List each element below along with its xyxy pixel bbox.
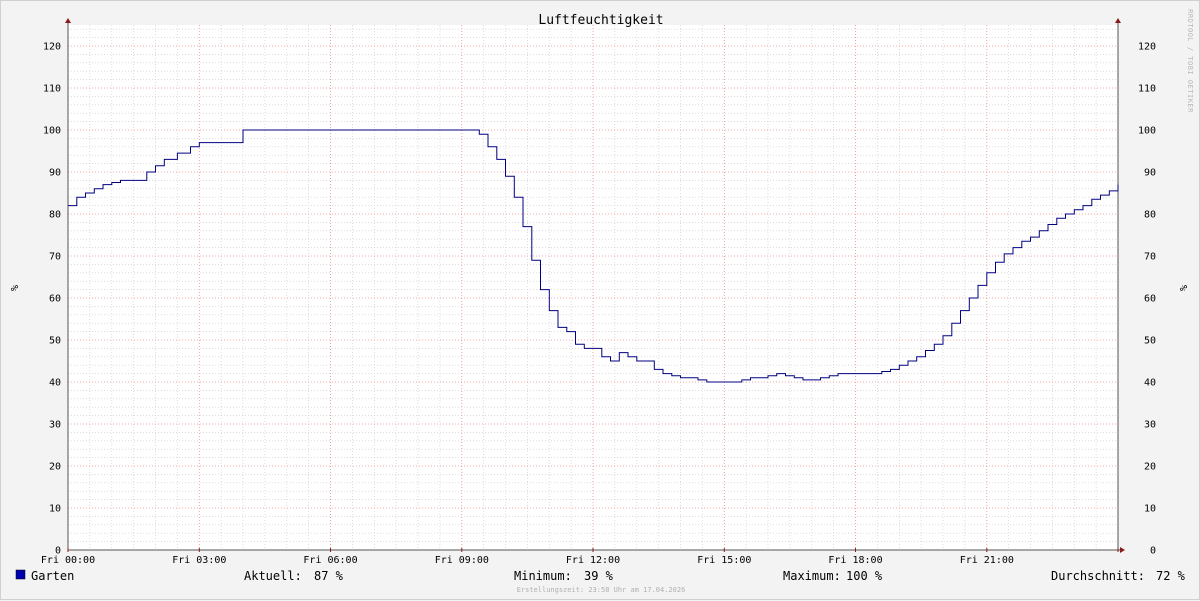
legend-maximum-label: Maximum: — [783, 569, 841, 583]
x-tick-label: Fri 18:00 — [828, 555, 882, 566]
x-axis-arrow-icon — [1120, 547, 1125, 553]
x-tick-label: Fri 15:00 — [697, 555, 751, 566]
y-tick-label-right: 0 — [1150, 546, 1156, 557]
y-axis-left-arrow-icon — [65, 18, 71, 23]
y-tick-label-left: 20 — [49, 462, 61, 473]
chart-frame: 0 10 20 30 40 50 60 70 80 90 100 110 120 0 10 20 30 40 50… — [0, 0, 1200, 600]
y-tick-label-left: 110 — [43, 84, 61, 95]
y-tick-label-left: 80 — [49, 210, 61, 221]
legend-minimum-label: Minimum: — [514, 569, 572, 583]
y-tick-label-right: 10 — [1144, 504, 1156, 515]
x-tick-labels: Fri 00:00 Fri 03:00 Fri 06:00 Fri 09:00 Fri … — [41, 555, 1014, 566]
humidity-chart: 0 10 20 30 40 50 60 70 80 90 100 110 120 0 10 20 30 40 50… — [8, 9, 1194, 594]
y-axis-label-right: % — [1177, 285, 1188, 291]
x-tick-label: Fri 06:00 — [303, 555, 357, 566]
legend-current-label: Aktuell: — [244, 569, 302, 583]
x-tick-label: Fri 03:00 — [172, 555, 226, 566]
y-tick-label-right: 110 — [1138, 84, 1156, 95]
y-tick-label-right: 30 — [1144, 420, 1156, 431]
y-tick-label-right: 40 — [1144, 378, 1156, 389]
y-axis-label-left: % — [8, 285, 19, 291]
x-tick-label: Fri 00:00 — [41, 555, 95, 566]
y-tick-label-right: 50 — [1144, 336, 1156, 347]
y-tick-label-right: 70 — [1144, 252, 1156, 263]
y-tick-label-left: 60 — [49, 294, 61, 305]
y-tick-label-left: 50 — [49, 336, 61, 347]
footer-timestamp: Erstellungszeit: 23:58 Uhr am 17.04.2026 — [517, 586, 686, 594]
y-tick-label-left: 90 — [49, 168, 61, 179]
y-tick-label-right: 80 — [1144, 210, 1156, 221]
y-tick-label-right: 90 — [1144, 168, 1156, 179]
legend-swatch-garten — [15, 569, 26, 580]
y-axis-right-arrow-icon — [1115, 18, 1121, 23]
legend-series-name: Garten — [31, 569, 74, 583]
legend-average-label: Durchschnitt: — [1051, 569, 1145, 583]
y-tick-label-right: 120 — [1138, 42, 1156, 53]
y-tick-label-right: 20 — [1144, 462, 1156, 473]
y-tick-label-left: 100 — [43, 126, 61, 137]
y-tick-labels-left: 0102030405060708090100110120 — [43, 42, 61, 557]
x-tick-label: Fri 21:00 — [960, 555, 1014, 566]
y-tick-labels-right: 0 10 20 30 40 50 60 70 80 90 100 110 120 — [1138, 42, 1156, 557]
watermark: RRDTOOL / TOBI OETIKER — [1186, 9, 1194, 113]
y-tick-label-right: 100 — [1138, 126, 1156, 137]
y-tick-label-right: 60 — [1144, 294, 1156, 305]
y-tick-label-left: 30 — [49, 420, 61, 431]
y-tick-label-left: 120 — [43, 42, 61, 53]
legend-average-value: 72 % — [1156, 569, 1186, 583]
y-tick-label-left: 10 — [49, 504, 61, 515]
x-tick-label: Fri 12:00 — [566, 555, 620, 566]
legend-maximum-value: 100 % — [846, 569, 883, 583]
y-tick-label-left: 40 — [49, 378, 61, 389]
legend-minimum-value: 39 % — [584, 569, 614, 583]
x-tick-label: Fri 09:00 — [435, 555, 489, 566]
y-tick-label-left: 70 — [49, 252, 61, 263]
legend-current-value: 87 % — [314, 569, 344, 583]
chart-title: Luftfeuchtigkeit — [538, 13, 663, 28]
